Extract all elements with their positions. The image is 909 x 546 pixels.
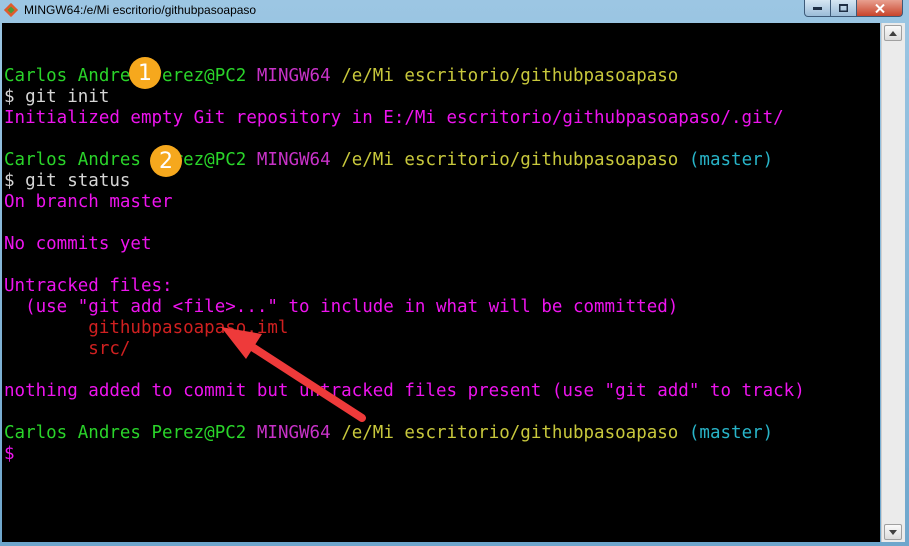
terminal-text-segment: /e/Mi escritorio/githubpasoapaso [341, 150, 679, 170]
terminal-text-segment: /e/Mi escritorio/githubpasoapaso [341, 423, 679, 443]
terminal-text-segment: $ [4, 444, 15, 464]
terminal-text-segment: githubpasoapaso.iml [4, 318, 289, 338]
terminal-line: (use "git add <file>..." to include in w… [4, 297, 805, 318]
terminal-line: $ [4, 444, 805, 465]
title-bar[interactable]: MINGW64:/e/Mi escritorio/githubpasoapaso [0, 0, 909, 22]
git-bash-icon [4, 3, 18, 17]
terminal-text-segment: MINGW64 [256, 66, 331, 86]
step-badge-2: 2 [150, 145, 182, 177]
terminal-line: Carlos Andres Perez@PC2 MINGW64 /e/Mi es… [4, 66, 805, 87]
terminal-text-segment: MINGW64 [256, 423, 331, 443]
window-title: MINGW64:/e/Mi escritorio/githubpasoapaso [24, 3, 257, 17]
terminal-line: nothing added to commit but untracked fi… [4, 381, 805, 402]
terminal-line: src/ [4, 339, 805, 360]
terminal-text-segment: Untracked files: [4, 276, 173, 296]
vertical-scrollbar[interactable] [881, 23, 905, 542]
window-controls [804, 0, 903, 18]
terminal-text-segment: $ git status [4, 171, 131, 191]
maximize-icon [839, 4, 848, 12]
terminal-text-segment: nothing added to commit but untracked fi… [4, 381, 805, 401]
step-badge-1: 1 [129, 57, 161, 89]
terminal-text-segment: (master) [688, 150, 774, 170]
terminal-lines: Carlos Andres Perez@PC2 MINGW64 /e/Mi es… [4, 45, 805, 465]
terminal-text-segment: Carlos Andres Perez@PC2 [4, 66, 247, 86]
terminal-line: Carlos Andres Perez@PC2 MINGW64 /e/Mi es… [4, 150, 805, 171]
terminal-text-segment: Initialized empty Git repository in E:/M… [4, 108, 784, 128]
scroll-up-button[interactable] [884, 25, 902, 41]
terminal-output[interactable]: Carlos Andres Perez@PC2 MINGW64 /e/Mi es… [2, 23, 880, 542]
terminal-text-segment: (master) [688, 423, 774, 443]
terminal-line: githubpasoapaso.iml [4, 318, 805, 339]
minimize-button[interactable] [804, 0, 831, 17]
terminal-text-segment: /e/Mi escritorio/githubpasoapaso [341, 66, 679, 86]
terminal-line: Untracked files: [4, 276, 805, 297]
terminal-text-segment: MINGW64 [256, 150, 331, 170]
terminal-line: No commits yet [4, 234, 805, 255]
terminal-line: Initialized empty Git repository in E:/M… [4, 108, 805, 129]
terminal-line: Carlos Andres Perez@PC2 MINGW64 /e/Mi es… [4, 423, 805, 444]
terminal-line: On branch master [4, 192, 805, 213]
terminal-text-segment: src/ [4, 339, 131, 359]
terminal-window: MINGW64:/e/Mi escritorio/githubpasoapaso… [0, 0, 909, 546]
minimize-icon [813, 7, 822, 10]
terminal-text-segment: (use "git add <file>..." to include in w… [4, 297, 679, 317]
close-icon [874, 3, 885, 13]
scroll-down-button[interactable] [884, 524, 902, 540]
terminal-text-segment: No commits yet [4, 234, 152, 254]
close-button[interactable] [857, 0, 903, 17]
terminal-text-segment: Carlos Andres Perez@PC2 [4, 423, 247, 443]
terminal-text-segment: Carlos Andres Perez@PC2 [4, 150, 247, 170]
maximize-button[interactable] [831, 0, 857, 17]
arrow-up-icon [889, 30, 897, 36]
terminal-text-segment: $ git init [4, 87, 110, 107]
arrow-down-icon [889, 529, 897, 535]
terminal-line: $ git init [4, 87, 805, 108]
terminal-line: $ git status [4, 171, 805, 192]
terminal-text-segment: On branch master [4, 192, 173, 212]
